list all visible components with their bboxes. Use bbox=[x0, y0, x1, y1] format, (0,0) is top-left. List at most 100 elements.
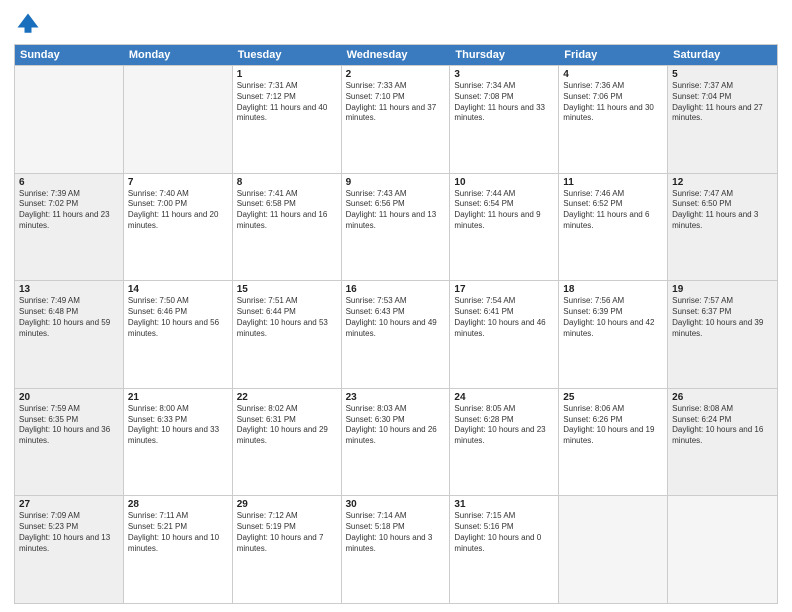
calendar-cell: 14Sunrise: 7:50 AM Sunset: 6:46 PM Dayli… bbox=[124, 281, 233, 388]
calendar-cell: 2Sunrise: 7:33 AM Sunset: 7:10 PM Daylig… bbox=[342, 66, 451, 173]
day-header-friday: Friday bbox=[559, 45, 668, 65]
day-number: 8 bbox=[237, 177, 337, 188]
day-number: 5 bbox=[672, 69, 773, 80]
calendar-cell: 21Sunrise: 8:00 AM Sunset: 6:33 PM Dayli… bbox=[124, 389, 233, 496]
day-header-wednesday: Wednesday bbox=[342, 45, 451, 65]
calendar-cell: 12Sunrise: 7:47 AM Sunset: 6:50 PM Dayli… bbox=[668, 174, 777, 281]
cell-info: Sunrise: 7:54 AM Sunset: 6:41 PM Dayligh… bbox=[454, 296, 554, 339]
calendar-cell: 16Sunrise: 7:53 AM Sunset: 6:43 PM Dayli… bbox=[342, 281, 451, 388]
day-header-thursday: Thursday bbox=[450, 45, 559, 65]
cell-info: Sunrise: 7:12 AM Sunset: 5:19 PM Dayligh… bbox=[237, 511, 337, 554]
cell-info: Sunrise: 7:44 AM Sunset: 6:54 PM Dayligh… bbox=[454, 189, 554, 232]
day-number: 11 bbox=[563, 177, 663, 188]
calendar-row-3: 20Sunrise: 7:59 AM Sunset: 6:35 PM Dayli… bbox=[15, 388, 777, 496]
calendar-cell: 5Sunrise: 7:37 AM Sunset: 7:04 PM Daylig… bbox=[668, 66, 777, 173]
day-number: 6 bbox=[19, 177, 119, 188]
cell-info: Sunrise: 7:47 AM Sunset: 6:50 PM Dayligh… bbox=[672, 189, 773, 232]
cell-info: Sunrise: 8:02 AM Sunset: 6:31 PM Dayligh… bbox=[237, 404, 337, 447]
logo-icon bbox=[14, 10, 42, 38]
day-number: 23 bbox=[346, 392, 446, 403]
cell-info: Sunrise: 7:41 AM Sunset: 6:58 PM Dayligh… bbox=[237, 189, 337, 232]
cell-info: Sunrise: 8:08 AM Sunset: 6:24 PM Dayligh… bbox=[672, 404, 773, 447]
header bbox=[14, 10, 778, 38]
cell-info: Sunrise: 7:43 AM Sunset: 6:56 PM Dayligh… bbox=[346, 189, 446, 232]
calendar-cell: 17Sunrise: 7:54 AM Sunset: 6:41 PM Dayli… bbox=[450, 281, 559, 388]
calendar-row-0: 1Sunrise: 7:31 AM Sunset: 7:12 PM Daylig… bbox=[15, 65, 777, 173]
calendar-cell: 9Sunrise: 7:43 AM Sunset: 6:56 PM Daylig… bbox=[342, 174, 451, 281]
calendar-cell bbox=[124, 66, 233, 173]
cell-info: Sunrise: 8:03 AM Sunset: 6:30 PM Dayligh… bbox=[346, 404, 446, 447]
calendar-body: 1Sunrise: 7:31 AM Sunset: 7:12 PM Daylig… bbox=[15, 65, 777, 603]
day-number: 9 bbox=[346, 177, 446, 188]
cell-info: Sunrise: 7:50 AM Sunset: 6:46 PM Dayligh… bbox=[128, 296, 228, 339]
day-number: 21 bbox=[128, 392, 228, 403]
page: SundayMondayTuesdayWednesdayThursdayFrid… bbox=[0, 0, 792, 612]
cell-info: Sunrise: 7:49 AM Sunset: 6:48 PM Dayligh… bbox=[19, 296, 119, 339]
cell-info: Sunrise: 7:34 AM Sunset: 7:08 PM Dayligh… bbox=[454, 81, 554, 124]
cell-info: Sunrise: 7:14 AM Sunset: 5:18 PM Dayligh… bbox=[346, 511, 446, 554]
day-number: 28 bbox=[128, 499, 228, 510]
calendar-cell: 15Sunrise: 7:51 AM Sunset: 6:44 PM Dayli… bbox=[233, 281, 342, 388]
cell-info: Sunrise: 7:39 AM Sunset: 7:02 PM Dayligh… bbox=[19, 189, 119, 232]
day-header-saturday: Saturday bbox=[668, 45, 777, 65]
calendar-cell: 30Sunrise: 7:14 AM Sunset: 5:18 PM Dayli… bbox=[342, 496, 451, 603]
calendar-cell: 4Sunrise: 7:36 AM Sunset: 7:06 PM Daylig… bbox=[559, 66, 668, 173]
cell-info: Sunrise: 7:59 AM Sunset: 6:35 PM Dayligh… bbox=[19, 404, 119, 447]
cell-info: Sunrise: 7:15 AM Sunset: 5:16 PM Dayligh… bbox=[454, 511, 554, 554]
day-number: 24 bbox=[454, 392, 554, 403]
cell-info: Sunrise: 8:00 AM Sunset: 6:33 PM Dayligh… bbox=[128, 404, 228, 447]
calendar-header: SundayMondayTuesdayWednesdayThursdayFrid… bbox=[15, 45, 777, 65]
calendar-cell: 25Sunrise: 8:06 AM Sunset: 6:26 PM Dayli… bbox=[559, 389, 668, 496]
calendar-cell: 26Sunrise: 8:08 AM Sunset: 6:24 PM Dayli… bbox=[668, 389, 777, 496]
cell-info: Sunrise: 7:09 AM Sunset: 5:23 PM Dayligh… bbox=[19, 511, 119, 554]
calendar-cell: 8Sunrise: 7:41 AM Sunset: 6:58 PM Daylig… bbox=[233, 174, 342, 281]
day-header-tuesday: Tuesday bbox=[233, 45, 342, 65]
day-number: 18 bbox=[563, 284, 663, 295]
calendar-cell: 27Sunrise: 7:09 AM Sunset: 5:23 PM Dayli… bbox=[15, 496, 124, 603]
cell-info: Sunrise: 7:11 AM Sunset: 5:21 PM Dayligh… bbox=[128, 511, 228, 554]
day-header-monday: Monday bbox=[124, 45, 233, 65]
cell-info: Sunrise: 7:53 AM Sunset: 6:43 PM Dayligh… bbox=[346, 296, 446, 339]
logo bbox=[14, 10, 44, 38]
cell-info: Sunrise: 7:33 AM Sunset: 7:10 PM Dayligh… bbox=[346, 81, 446, 124]
cell-info: Sunrise: 7:36 AM Sunset: 7:06 PM Dayligh… bbox=[563, 81, 663, 124]
day-number: 3 bbox=[454, 69, 554, 80]
day-number: 13 bbox=[19, 284, 119, 295]
day-number: 17 bbox=[454, 284, 554, 295]
calendar-cell: 11Sunrise: 7:46 AM Sunset: 6:52 PM Dayli… bbox=[559, 174, 668, 281]
day-number: 22 bbox=[237, 392, 337, 403]
day-number: 12 bbox=[672, 177, 773, 188]
day-number: 15 bbox=[237, 284, 337, 295]
day-number: 30 bbox=[346, 499, 446, 510]
calendar-cell bbox=[15, 66, 124, 173]
calendar-cell: 23Sunrise: 8:03 AM Sunset: 6:30 PM Dayli… bbox=[342, 389, 451, 496]
day-number: 31 bbox=[454, 499, 554, 510]
calendar-row-4: 27Sunrise: 7:09 AM Sunset: 5:23 PM Dayli… bbox=[15, 495, 777, 603]
day-number: 4 bbox=[563, 69, 663, 80]
calendar-cell: 31Sunrise: 7:15 AM Sunset: 5:16 PM Dayli… bbox=[450, 496, 559, 603]
calendar-cell: 10Sunrise: 7:44 AM Sunset: 6:54 PM Dayli… bbox=[450, 174, 559, 281]
day-number: 10 bbox=[454, 177, 554, 188]
calendar-cell: 22Sunrise: 8:02 AM Sunset: 6:31 PM Dayli… bbox=[233, 389, 342, 496]
cell-info: Sunrise: 8:06 AM Sunset: 6:26 PM Dayligh… bbox=[563, 404, 663, 447]
cell-info: Sunrise: 7:46 AM Sunset: 6:52 PM Dayligh… bbox=[563, 189, 663, 232]
calendar-cell: 1Sunrise: 7:31 AM Sunset: 7:12 PM Daylig… bbox=[233, 66, 342, 173]
calendar-row-2: 13Sunrise: 7:49 AM Sunset: 6:48 PM Dayli… bbox=[15, 280, 777, 388]
day-number: 25 bbox=[563, 392, 663, 403]
calendar-cell bbox=[668, 496, 777, 603]
cell-info: Sunrise: 7:40 AM Sunset: 7:00 PM Dayligh… bbox=[128, 189, 228, 232]
calendar-cell: 13Sunrise: 7:49 AM Sunset: 6:48 PM Dayli… bbox=[15, 281, 124, 388]
cell-info: Sunrise: 7:31 AM Sunset: 7:12 PM Dayligh… bbox=[237, 81, 337, 124]
day-number: 1 bbox=[237, 69, 337, 80]
day-number: 26 bbox=[672, 392, 773, 403]
calendar-cell: 19Sunrise: 7:57 AM Sunset: 6:37 PM Dayli… bbox=[668, 281, 777, 388]
calendar-cell bbox=[559, 496, 668, 603]
calendar-cell: 29Sunrise: 7:12 AM Sunset: 5:19 PM Dayli… bbox=[233, 496, 342, 603]
day-number: 14 bbox=[128, 284, 228, 295]
calendar: SundayMondayTuesdayWednesdayThursdayFrid… bbox=[14, 44, 778, 604]
calendar-cell: 3Sunrise: 7:34 AM Sunset: 7:08 PM Daylig… bbox=[450, 66, 559, 173]
day-number: 29 bbox=[237, 499, 337, 510]
calendar-cell: 7Sunrise: 7:40 AM Sunset: 7:00 PM Daylig… bbox=[124, 174, 233, 281]
calendar-cell: 18Sunrise: 7:56 AM Sunset: 6:39 PM Dayli… bbox=[559, 281, 668, 388]
cell-info: Sunrise: 7:56 AM Sunset: 6:39 PM Dayligh… bbox=[563, 296, 663, 339]
